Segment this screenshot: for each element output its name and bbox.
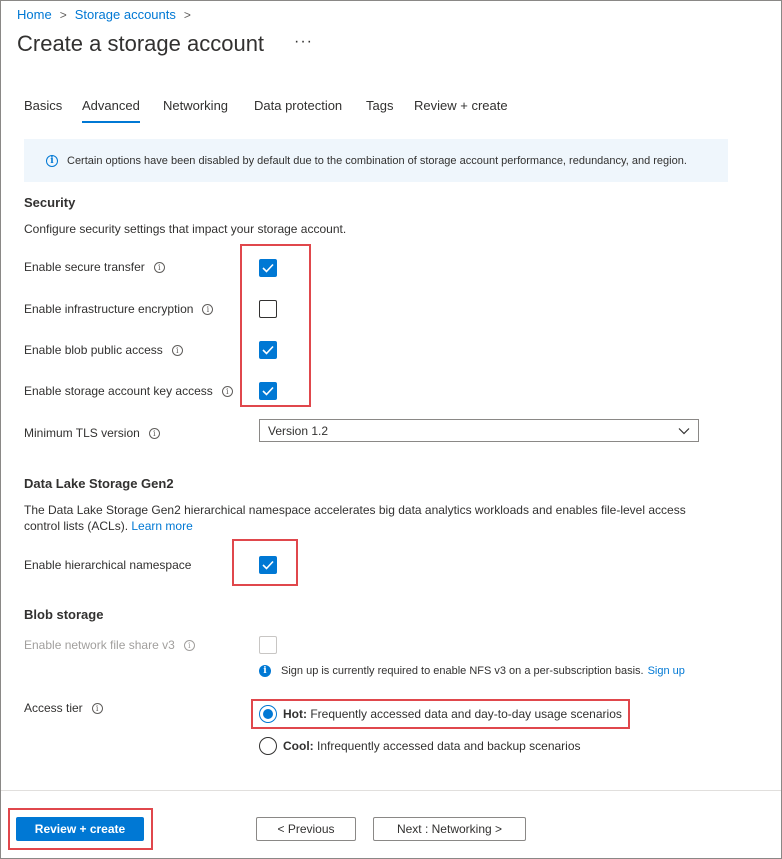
radio-cool-button[interactable] [259,737,277,755]
checkmark-icon [262,386,274,396]
tab-tags[interactable]: Tags [366,98,393,113]
section-heading-blob: Blob storage [24,607,104,622]
info-icon[interactable]: i [202,303,214,315]
info-filled-icon: i [259,665,271,677]
breadcrumb-storage-accounts[interactable]: Storage accounts [75,7,176,22]
key-access-label: Enable storage account key access i [24,384,233,398]
secure-transfer-text: Enable secure transfer [24,260,145,274]
tls-text: Minimum TLS version [24,426,140,440]
secure-transfer-label: Enable secure transfer i [24,260,165,274]
chevron-down-icon [678,427,690,434]
banner-text: Certain options have been disabled by de… [67,154,687,167]
key-access-text: Enable storage account key access [24,384,213,398]
radio-hot-label: Hot: Frequently accessed data and day-to… [283,707,622,721]
info-icon[interactable]: i [153,261,165,273]
review-create-button[interactable]: Review + create [16,817,144,841]
infra-encryption-checkbox[interactable] [259,300,277,318]
info-icon[interactable]: i [183,639,195,651]
blob-public-checkbox[interactable] [259,341,277,359]
nfs-note-text: Sign up is currently required to enable … [281,665,644,677]
cool-desc: Infrequently accessed data and backup sc… [317,739,581,753]
info-icon[interactable]: i [171,344,183,356]
hot-name: Hot: [283,707,307,721]
security-description: Configure security settings that impact … [24,222,347,236]
learn-more-link[interactable]: Learn more [131,519,192,533]
datalake-description: The Data Lake Storage Gen2 hierarchical … [24,502,714,534]
tab-basics[interactable]: Basics [24,98,62,113]
secure-transfer-checkbox[interactable] [259,259,277,277]
info-banner: i Certain options have been disabled by … [24,139,728,182]
checkmark-icon [262,560,274,570]
hns-text: Enable hierarchical namespace [24,558,192,572]
infra-encryption-text: Enable infrastructure encryption [24,302,194,316]
nfs-checkbox [259,636,277,654]
nfs-label: Enable network file share v3 i [24,638,195,652]
section-heading-security: Security [24,195,76,210]
tls-selected-value: Version 1.2 [268,423,329,438]
tab-advanced[interactable]: Advanced [82,98,140,123]
chevron-right-icon: > [183,7,191,22]
access-tier-text: Access tier [24,701,83,715]
chevron-right-icon: > [59,7,67,22]
info-icon[interactable]: i [148,427,160,439]
checkmark-icon [262,345,274,355]
info-icon: i [46,154,58,167]
page-title: Create a storage account [17,31,265,56]
section-heading-datalake: Data Lake Storage Gen2 [24,476,174,491]
nfs-text: Enable network file share v3 [24,638,175,652]
blob-public-text: Enable blob public access [24,343,163,357]
hns-checkbox[interactable] [259,556,277,574]
info-icon[interactable]: i [91,702,103,714]
footer-divider [1,790,781,791]
tls-version-select[interactable]: Version 1.2 [259,419,699,442]
blob-public-label: Enable blob public access i [24,343,183,357]
cool-name: Cool: [283,739,314,753]
infra-encryption-label: Enable infrastructure encryption i [24,302,214,316]
sign-up-link[interactable]: Sign up [648,665,685,677]
radio-hot[interactable]: Hot: Frequently accessed data and day-to… [259,705,622,723]
previous-button[interactable]: < Previous [256,817,356,841]
access-tier-label: Access tier i [24,701,103,715]
breadcrumb-home[interactable]: Home [17,7,52,22]
tab-networking[interactable]: Networking [163,98,228,113]
tab-data-protection[interactable]: Data protection [254,98,342,113]
tls-label: Minimum TLS version i [24,426,160,440]
checkmark-icon [262,263,274,273]
key-access-checkbox[interactable] [259,382,277,400]
next-networking-button[interactable]: Next : Networking > [373,817,526,841]
tab-review-create[interactable]: Review + create [414,98,508,113]
breadcrumb: Home > Storage accounts > [17,7,191,22]
hns-label: Enable hierarchical namespace [24,558,191,572]
radio-cool[interactable]: Cool: Infrequently accessed data and bac… [259,737,581,755]
more-options-icon[interactable]: ··· [294,33,313,51]
radio-hot-button[interactable] [259,705,277,723]
hot-desc: Frequently accessed data and day-to-day … [310,707,622,721]
info-icon[interactable]: i [221,385,233,397]
radio-cool-label: Cool: Infrequently accessed data and bac… [283,739,581,753]
datalake-description-text: The Data Lake Storage Gen2 hierarchical … [24,503,686,533]
nfs-note: i Sign up is currently required to enabl… [259,665,685,677]
